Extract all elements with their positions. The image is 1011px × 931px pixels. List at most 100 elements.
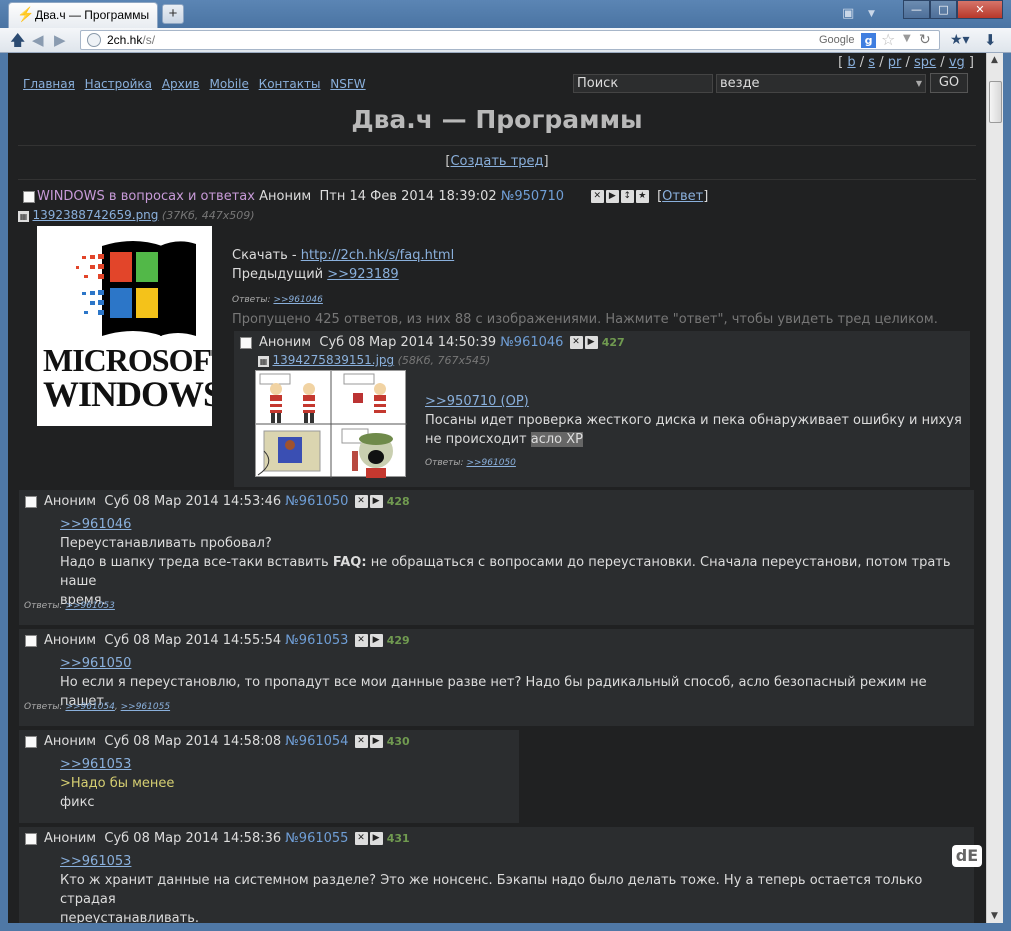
reply-ref-link[interactable]: >>961055 — [121, 702, 170, 712]
top-navigation: Главная Настройка Архив Mobile Контакты … — [23, 77, 372, 91]
reply-ref-link[interactable]: >>961046 — [273, 295, 322, 305]
hide-icon[interactable]: ✕ — [354, 832, 368, 845]
post-checkbox[interactable] — [25, 496, 37, 508]
nav-archive[interactable]: Архив — [162, 77, 200, 91]
divider — [18, 179, 976, 180]
reply-ref-link[interactable]: >>961054 — [65, 702, 114, 712]
op-image[interactable]: MICROSOFT. WINDOWS. — [37, 226, 212, 426]
post-index: 427 — [601, 336, 625, 349]
search-input[interactable]: Поиск — [573, 74, 713, 93]
create-thread-link[interactable]: Создать тред — [450, 154, 543, 169]
post-961055: Аноним Суб 08 Мар 2014 14:58:36 №961055 … — [19, 827, 974, 923]
nav-home[interactable]: Главная — [23, 77, 75, 91]
minimize-button[interactable]: — — [903, 0, 930, 19]
play-icon[interactable]: ▶ — [369, 735, 383, 748]
vertical-scrollbar[interactable]: ▲ ▼ — [986, 53, 1003, 923]
post-checkbox[interactable] — [25, 736, 37, 748]
search-scope-select[interactable]: везде ▼ — [716, 74, 926, 93]
scroll-up-icon[interactable]: ▲ — [991, 55, 998, 65]
post-index: 429 — [386, 634, 410, 647]
url-text[interactable]: 2ch.hk/s/ — [107, 33, 155, 47]
tab-groups-icon[interactable]: ▣ — [842, 6, 854, 21]
maximize-button[interactable]: □ — [930, 0, 957, 19]
google-icon[interactable]: g — [861, 33, 876, 48]
ref-link[interactable]: >>961053 — [60, 757, 131, 772]
ref-link[interactable]: >>961046 — [60, 517, 131, 532]
addon-badge-icon[interactable]: dE — [952, 845, 982, 867]
hide-icon[interactable]: ✕ — [354, 495, 368, 508]
globe-icon — [87, 33, 101, 47]
history-dropdown-icon[interactable]: ▼ — [903, 33, 911, 44]
greentext-quote: >Надо бы менее — [60, 776, 175, 791]
post-checkbox[interactable] — [25, 833, 37, 845]
hide-icon[interactable]: ✕ — [590, 190, 604, 203]
op-ref-link[interactable]: >>950710 (OP) — [425, 394, 529, 409]
prev-thread-link[interactable]: >>923189 — [327, 267, 398, 282]
expand-icon[interactable]: ↕ — [620, 190, 634, 203]
home-icon[interactable]: 🡅 — [10, 31, 25, 49]
post-checkbox[interactable] — [25, 635, 37, 647]
browser-tab[interactable]: ⚡ Два.ч — Программы — [8, 2, 158, 28]
post-image-comic[interactable] — [255, 370, 407, 478]
ref-link[interactable]: >>961050 — [60, 656, 131, 671]
board-link-b[interactable]: b — [847, 55, 855, 70]
file-icon: ▦ — [18, 210, 29, 222]
op-reply-link[interactable]: Ответ — [662, 189, 703, 204]
favorite-icon[interactable]: ★ — [635, 190, 649, 203]
post-text: >>961046 Переустанавливать пробовал? Над… — [60, 517, 951, 608]
window-controls: — □ ✕ — [903, 0, 1003, 19]
play-icon[interactable]: ▶ — [605, 190, 619, 203]
nav-settings[interactable]: Настройка — [85, 77, 152, 91]
reload-icon[interactable]: ↻ — [919, 32, 931, 48]
play-icon[interactable]: ▶ — [369, 832, 383, 845]
hide-icon[interactable]: ✕ — [354, 634, 368, 647]
address-bar[interactable]: 2ch.hk/s/ Google g ☆ ▼ ↻ — [80, 30, 940, 50]
play-icon[interactable]: ▶ — [369, 634, 383, 647]
play-icon[interactable]: ▶ — [584, 336, 598, 349]
op-checkbox[interactable] — [23, 191, 35, 203]
bookmark-star-icon[interactable]: ☆ — [881, 31, 895, 49]
comic-image — [256, 371, 407, 478]
tab-list-icon[interactable]: ▼ — [868, 9, 875, 19]
scroll-down-icon[interactable]: ▼ — [991, 911, 998, 921]
post-number[interactable]: №961055 — [285, 831, 348, 846]
download-icon[interactable]: ⬇ — [984, 31, 997, 49]
close-button[interactable]: ✕ — [957, 0, 1003, 19]
board-link-s[interactable]: s — [868, 55, 875, 70]
op-number[interactable]: №950710 — [501, 189, 564, 204]
post-text: >>961050 Но если я переустановлю, то про… — [60, 656, 927, 709]
new-tab-button[interactable]: + — [162, 4, 184, 24]
post-number[interactable]: №961050 — [285, 494, 348, 509]
post-text: >>950710 (OP) Посаны идет проверка жестк… — [425, 394, 962, 447]
op-header: WINDOWS в вопросах и ответах Аноним Птн … — [37, 189, 709, 204]
ref-link[interactable]: >>961053 — [60, 854, 131, 869]
post-number[interactable]: №961054 — [285, 734, 348, 749]
board-link-vg[interactable]: vg — [949, 55, 965, 70]
back-icon[interactable]: ◀ — [32, 31, 44, 49]
reply-ref-link[interactable]: >>961053 — [65, 601, 114, 611]
play-icon[interactable]: ▶ — [369, 495, 383, 508]
post-number[interactable]: №961053 — [285, 633, 348, 648]
forward-icon[interactable]: ▶ — [54, 31, 66, 49]
bookmarks-star-icon[interactable]: ★▾ — [950, 31, 970, 49]
post-961050: Аноним Суб 08 Мар 2014 14:53:46 №961050 … — [19, 490, 974, 625]
post-file-link[interactable]: 1394275839151.jpg — [273, 353, 395, 367]
search-go-button[interactable]: GO — [930, 73, 968, 93]
scroll-thumb[interactable] — [989, 81, 1002, 123]
nav-contacts[interactable]: Контакты — [259, 77, 321, 91]
nav-mobile[interactable]: Mobile — [209, 77, 248, 91]
op-file-link[interactable]: 1392388742659.png — [33, 208, 159, 222]
post-replies: Ответы: >>961053 — [24, 601, 115, 611]
board-link-pr[interactable]: pr — [888, 55, 902, 70]
post-checkbox[interactable] — [240, 337, 252, 349]
faq-link[interactable]: http://2ch.hk/s/faq.html — [301, 248, 454, 263]
hide-icon[interactable]: ✕ — [569, 336, 583, 349]
op-file-info: ▦ 1392388742659.png (37Кб, 447x509) — [18, 208, 255, 222]
op-author: Аноним — [259, 189, 312, 204]
board-link-spc[interactable]: spc — [914, 55, 936, 70]
reply-ref-link[interactable]: >>961050 — [466, 458, 515, 468]
page-viewport: [ b / s / pr / spc / vg ] Главная Настро… — [8, 53, 1003, 923]
hide-icon[interactable]: ✕ — [354, 735, 368, 748]
post-number[interactable]: №961046 — [500, 335, 563, 350]
nav-nsfw[interactable]: NSFW — [330, 77, 365, 91]
